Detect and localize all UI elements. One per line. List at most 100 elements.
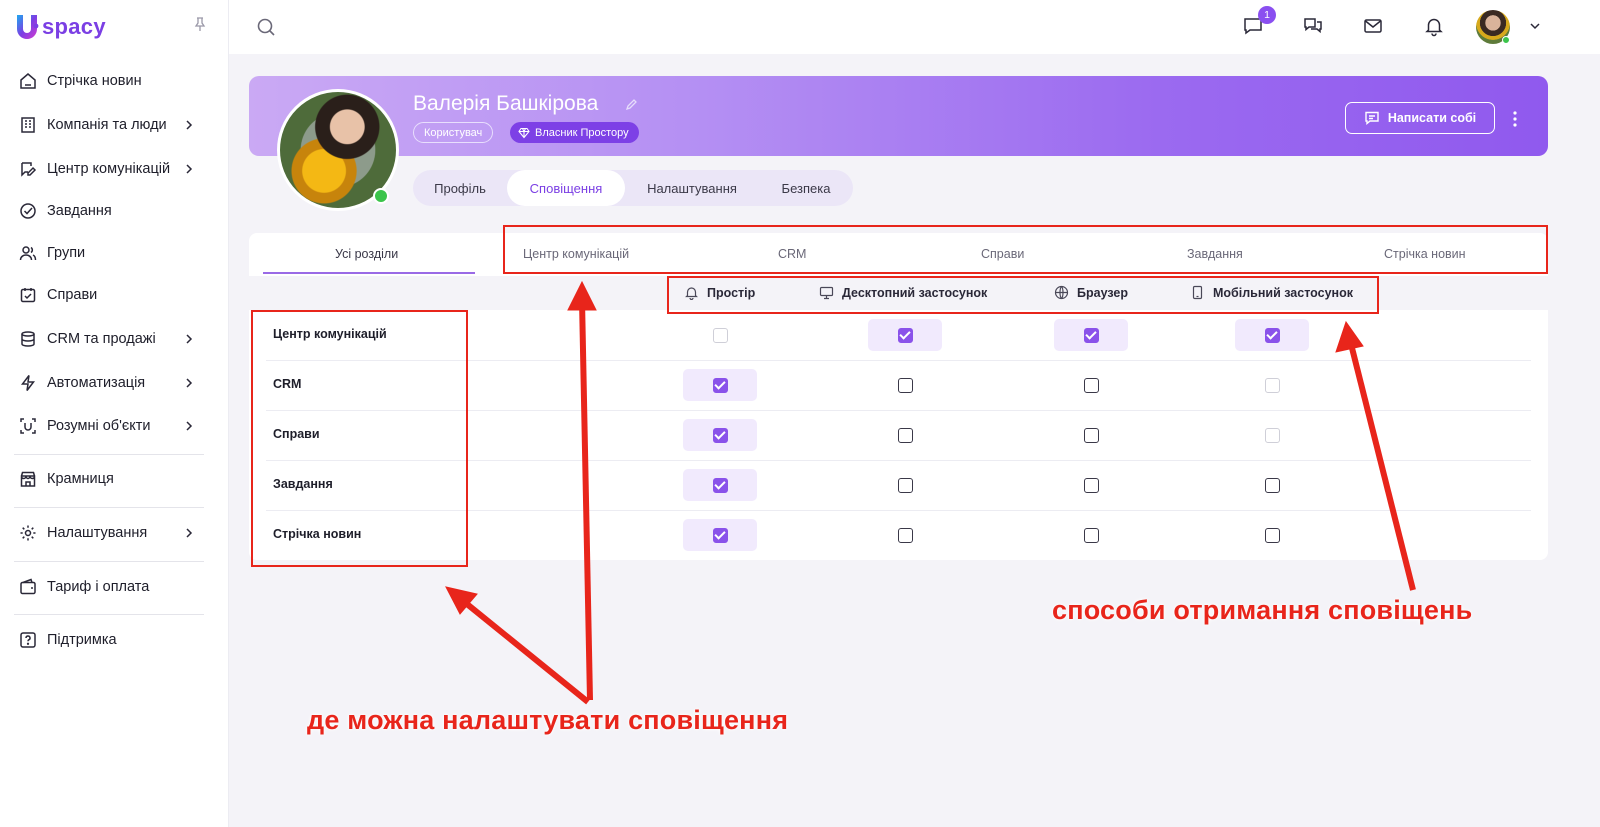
sidebar-item-settings[interactable]: Налаштування [18, 518, 208, 548]
checkbox-cell [868, 319, 942, 351]
write-to-self-label: Написати собі [1387, 111, 1477, 125]
chevron-down-icon[interactable] [1528, 19, 1542, 33]
notification-checkbox[interactable] [897, 377, 913, 393]
sidebar-item-news[interactable]: Стрічка новин [18, 66, 208, 96]
building-icon [18, 115, 38, 135]
chevron-right-icon [186, 334, 193, 344]
chevron-right-icon [186, 421, 193, 431]
pin-icon[interactable] [192, 16, 208, 32]
checkbox-cell [1235, 319, 1309, 351]
sidebar-item-deals[interactable]: Справи [18, 280, 208, 310]
sidebar-divider [14, 507, 204, 508]
notification-checkbox[interactable] [1083, 527, 1099, 543]
notification-checkbox[interactable] [897, 327, 913, 343]
top-bar: 1 [229, 0, 1600, 54]
sidebar-item-smart-objects[interactable]: Розумні об'єкти [18, 411, 208, 441]
tab-profile[interactable]: Профіль [413, 170, 507, 206]
check-circle-icon [18, 201, 38, 221]
sidebar-item-automation[interactable]: Автоматизація [18, 368, 208, 398]
users-icon [18, 243, 38, 263]
checkbox-cell [1235, 369, 1309, 401]
wallet-icon [18, 577, 38, 597]
sidebar: spacy Стрічка новин Компанія та люди Цен… [0, 0, 229, 827]
write-to-self-button[interactable]: Написати собі [1345, 102, 1495, 134]
sidebar-item-label: Стрічка новин [47, 73, 142, 89]
notification-checkbox [1264, 377, 1280, 393]
sidebar-item-label: Справи [47, 287, 98, 303]
sidebar-item-groups[interactable]: Групи [18, 238, 208, 268]
chevron-right-icon [186, 164, 193, 174]
messages-icon[interactable] [1302, 15, 1324, 37]
section-tab-all[interactable]: Усі розділи [335, 247, 398, 261]
sidebar-item-label: Завдання [47, 203, 112, 219]
sidebar-item-company[interactable]: Компанія та люди [18, 110, 208, 140]
online-status-dot [1502, 36, 1510, 44]
bell-icon[interactable] [1423, 15, 1445, 37]
notification-checkbox[interactable] [712, 527, 728, 543]
help-icon [18, 630, 38, 650]
sidebar-item-label: Групи [47, 245, 86, 261]
sidebar-item-label: Автоматизація [47, 375, 146, 391]
checkbox-cell [868, 519, 942, 551]
annotation-methods-text: способи отримання сповіщень [1052, 595, 1473, 625]
mail-icon[interactable] [1362, 15, 1384, 37]
search-icon[interactable] [256, 17, 276, 37]
checkbox-cell [1054, 519, 1128, 551]
gear-icon [18, 523, 38, 543]
annotation-box-rows [251, 310, 468, 567]
sidebar-item-tasks[interactable]: Завдання [18, 196, 208, 226]
checkbox-cell [868, 369, 942, 401]
sidebar-item-label: Тариф і оплата [47, 579, 150, 595]
notification-checkbox[interactable] [897, 477, 913, 493]
tab-security[interactable]: Безпека [759, 170, 853, 206]
notification-checkbox[interactable] [1264, 527, 1280, 543]
sidebar-divider [14, 614, 204, 615]
notification-checkbox[interactable] [1083, 477, 1099, 493]
checkbox-cell [683, 469, 757, 501]
sidebar-divider [14, 561, 204, 562]
notification-checkbox[interactable] [1083, 427, 1099, 443]
sidebar-item-store[interactable]: Крамниця [18, 464, 208, 494]
notification-checkbox[interactable] [897, 527, 913, 543]
smart-object-icon [18, 416, 38, 436]
home-icon [18, 71, 38, 91]
checkbox-cell [1235, 469, 1309, 501]
edit-icon[interactable] [625, 98, 638, 111]
notification-checkbox[interactable] [1083, 327, 1099, 343]
sidebar-item-label: Налаштування [47, 525, 148, 541]
tab-notifications[interactable]: Сповіщення [507, 170, 625, 206]
notification-checkbox[interactable] [712, 377, 728, 393]
sidebar-item-crm[interactable]: CRM та продажі [18, 324, 208, 354]
logo[interactable]: spacy [14, 12, 106, 42]
checkbox-cell [868, 469, 942, 501]
sidebar-item-support[interactable]: Підтримка [18, 625, 208, 655]
database-icon [18, 329, 38, 349]
sidebar-item-label: Розумні об'єкти [47, 418, 151, 434]
chat-edit-icon [18, 159, 38, 179]
checkbox-cell [683, 319, 757, 351]
checkbox-cell [683, 519, 757, 551]
calendar-check-icon [18, 285, 38, 305]
sidebar-item-billing[interactable]: Тариф і оплата [18, 572, 208, 602]
notification-checkbox[interactable] [1264, 477, 1280, 493]
more-vertical-icon[interactable] [1508, 110, 1522, 128]
checkbox-cell [868, 419, 942, 451]
notification-checkbox[interactable] [897, 427, 913, 443]
online-status-dot [373, 188, 389, 204]
notification-checkbox[interactable] [712, 427, 728, 443]
annotation-box-sections [503, 225, 1548, 274]
checkbox-cell [1054, 419, 1128, 451]
logo-text: spacy [42, 14, 106, 39]
notification-checkbox[interactable] [712, 477, 728, 493]
tab-settings[interactable]: Налаштування [625, 170, 759, 206]
sidebar-item-label: Підтримка [47, 632, 117, 648]
checkbox-cell [1054, 369, 1128, 401]
chevron-right-icon [186, 120, 193, 130]
notification-checkbox[interactable] [1264, 327, 1280, 343]
checkbox-cell [1235, 419, 1309, 451]
chat-badge: 1 [1258, 6, 1276, 24]
notification-checkbox[interactable] [1083, 377, 1099, 393]
bolt-icon [18, 373, 38, 393]
sidebar-item-communications[interactable]: Центр комунікацій [18, 154, 208, 184]
arrow-to-rows [460, 597, 590, 705]
